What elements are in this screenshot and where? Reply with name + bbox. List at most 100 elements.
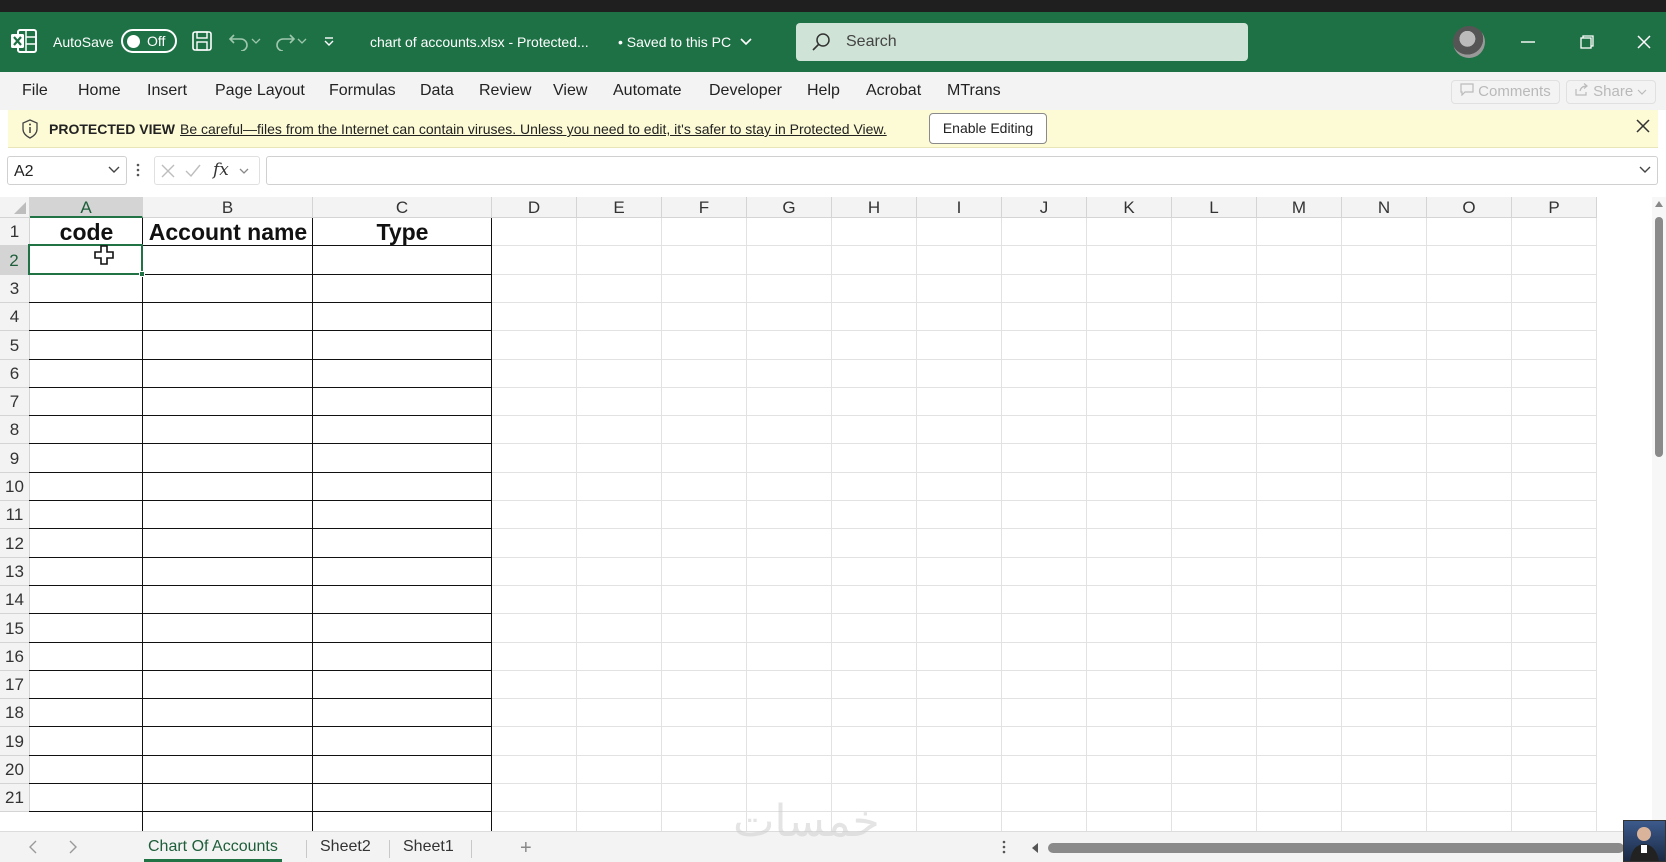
share-button[interactable]: Share bbox=[1566, 80, 1657, 104]
enter-check-icon[interactable] bbox=[185, 164, 201, 178]
row-header-6[interactable]: 6 bbox=[0, 360, 30, 388]
tab-home[interactable]: Home bbox=[78, 82, 121, 100]
row-header-14[interactable]: 14 bbox=[0, 586, 30, 614]
insert-function-button[interactable]: fx bbox=[213, 160, 229, 180]
table-border-horizontal bbox=[29, 528, 492, 529]
column-header-m[interactable]: M bbox=[1257, 197, 1342, 218]
tab-separator bbox=[389, 840, 390, 858]
row-header-12[interactable]: 12 bbox=[0, 529, 30, 558]
close-icon[interactable] bbox=[1636, 119, 1650, 133]
protected-view-message[interactable]: Be careful—files from the Internet can c… bbox=[180, 121, 887, 137]
row-header-2[interactable]: 2 bbox=[0, 246, 30, 275]
gridline-vertical bbox=[1426, 218, 1427, 831]
selected-cell-a2[interactable] bbox=[28, 244, 143, 275]
column-header-o[interactable]: O bbox=[1427, 197, 1512, 218]
row-header-21[interactable]: 21 bbox=[0, 784, 30, 812]
tab-file[interactable]: File bbox=[22, 82, 48, 100]
horizontal-scroll-thumb[interactable] bbox=[1048, 843, 1624, 853]
row-header-15[interactable]: 15 bbox=[0, 614, 30, 643]
tab-data[interactable]: Data bbox=[420, 82, 454, 100]
column-header-j[interactable]: J bbox=[1002, 197, 1087, 218]
tab-developer[interactable]: Developer bbox=[709, 82, 782, 100]
row-header-17[interactable]: 17 bbox=[0, 671, 30, 699]
vertical-scroll-thumb[interactable] bbox=[1655, 217, 1663, 457]
cell-b1-account-name[interactable]: Account name bbox=[143, 218, 313, 247]
row-header-1[interactable]: 1 bbox=[0, 218, 30, 246]
column-header-n[interactable]: N bbox=[1342, 197, 1427, 218]
row-header-4[interactable]: 4 bbox=[0, 303, 30, 331]
tab-review[interactable]: Review bbox=[479, 82, 531, 100]
sheet-tab-sheet1[interactable]: Sheet1 bbox=[403, 838, 454, 856]
row-header-7[interactable]: 7 bbox=[0, 388, 30, 416]
minimize-icon[interactable] bbox=[1508, 28, 1548, 56]
tab-insert[interactable]: Insert bbox=[147, 82, 187, 100]
save-status[interactable]: • Saved to this PC bbox=[618, 34, 753, 50]
formula-input[interactable] bbox=[266, 156, 1658, 185]
select-all-corner[interactable] bbox=[0, 197, 30, 218]
tab-automate[interactable]: Automate bbox=[613, 82, 681, 100]
column-header-h[interactable]: H bbox=[832, 197, 917, 218]
close-window-icon[interactable] bbox=[1624, 28, 1664, 56]
tab-acrobat[interactable]: Acrobat bbox=[866, 82, 921, 100]
sheet-tab-sheet2[interactable]: Sheet2 bbox=[320, 838, 371, 856]
fill-handle[interactable] bbox=[139, 271, 145, 277]
row-header-20[interactable]: 20 bbox=[0, 756, 30, 784]
tab-page-layout[interactable]: Page Layout bbox=[215, 82, 305, 100]
redo-dropdown-icon[interactable] bbox=[296, 28, 308, 54]
column-header-g[interactable]: G bbox=[747, 197, 832, 218]
column-header-i[interactable]: I bbox=[917, 197, 1002, 218]
column-header-l[interactable]: L bbox=[1172, 197, 1257, 218]
search-box[interactable]: Search bbox=[796, 23, 1248, 61]
more-options-icon[interactable] bbox=[1002, 840, 1006, 854]
column-header-e[interactable]: E bbox=[577, 197, 662, 218]
column-header-p[interactable]: P bbox=[1512, 197, 1597, 218]
scroll-up-icon[interactable] bbox=[1654, 199, 1664, 209]
row-header-18[interactable]: 18 bbox=[0, 699, 30, 727]
expand-formula-bar-icon[interactable] bbox=[1639, 165, 1651, 175]
cell-a1-code[interactable]: code bbox=[30, 218, 143, 247]
comments-button[interactable]: Comments bbox=[1451, 80, 1560, 104]
previous-sheet-icon[interactable] bbox=[28, 840, 38, 854]
vertical-scrollbar[interactable] bbox=[1652, 197, 1666, 831]
enable-editing-button[interactable]: Enable Editing bbox=[929, 113, 1047, 144]
autosave-toggle[interactable]: Off bbox=[121, 29, 177, 53]
protected-view-bar: PROTECTED VIEW Be careful—files from the… bbox=[8, 110, 1658, 148]
customize-qat-icon[interactable] bbox=[321, 28, 337, 54]
sheet-tab-chart-of-accounts[interactable]: Chart Of Accounts bbox=[144, 838, 282, 862]
row-header-19[interactable]: 19 bbox=[0, 727, 30, 756]
add-sheet-icon[interactable]: + bbox=[520, 837, 532, 860]
column-header-f[interactable]: F bbox=[662, 197, 747, 218]
row-header-11[interactable]: 11 bbox=[0, 501, 30, 529]
undo-icon[interactable] bbox=[226, 28, 252, 54]
more-options-icon[interactable] bbox=[136, 163, 140, 177]
tab-formulas[interactable]: Formulas bbox=[329, 82, 396, 100]
undo-dropdown-icon[interactable] bbox=[250, 28, 262, 54]
row-header-9[interactable]: 9 bbox=[0, 444, 30, 473]
row-header-5[interactable]: 5 bbox=[0, 331, 30, 360]
next-sheet-icon[interactable] bbox=[68, 840, 78, 854]
cell-c1-type[interactable]: Type bbox=[313, 218, 492, 247]
column-header-d[interactable]: D bbox=[492, 197, 577, 218]
row-header-13[interactable]: 13 bbox=[0, 558, 30, 586]
worksheet-grid[interactable]: ABCDEFGHIJKLMNOP 1 2 3 4 5 6 7 8 9 10 11 12 13 14 15 16… bbox=[0, 197, 1652, 831]
row-header-10[interactable]: 10 bbox=[0, 473, 30, 501]
tab-mtrans[interactable]: MTrans bbox=[947, 82, 1001, 100]
redo-icon[interactable] bbox=[272, 28, 298, 54]
column-header-k[interactable]: K bbox=[1087, 197, 1172, 218]
restore-icon[interactable] bbox=[1567, 28, 1607, 56]
save-icon[interactable] bbox=[189, 28, 215, 54]
column-header-c[interactable]: C bbox=[313, 197, 492, 218]
chevron-down-icon[interactable] bbox=[239, 167, 249, 175]
name-box[interactable]: A2 bbox=[7, 156, 127, 185]
row-header-16[interactable]: 16 bbox=[0, 643, 30, 671]
column-header-b[interactable]: B bbox=[143, 197, 313, 218]
scroll-left-icon[interactable] bbox=[1030, 842, 1040, 854]
column-header-a[interactable]: A bbox=[30, 197, 143, 218]
tab-help[interactable]: Help bbox=[807, 82, 840, 100]
formula-bar: A2 fx bbox=[0, 153, 1666, 189]
tab-view[interactable]: View bbox=[553, 82, 587, 100]
cancel-icon[interactable] bbox=[161, 164, 175, 178]
row-header-8[interactable]: 8 bbox=[0, 416, 30, 444]
user-avatar[interactable] bbox=[1453, 26, 1485, 58]
row-header-3[interactable]: 3 bbox=[0, 275, 30, 303]
